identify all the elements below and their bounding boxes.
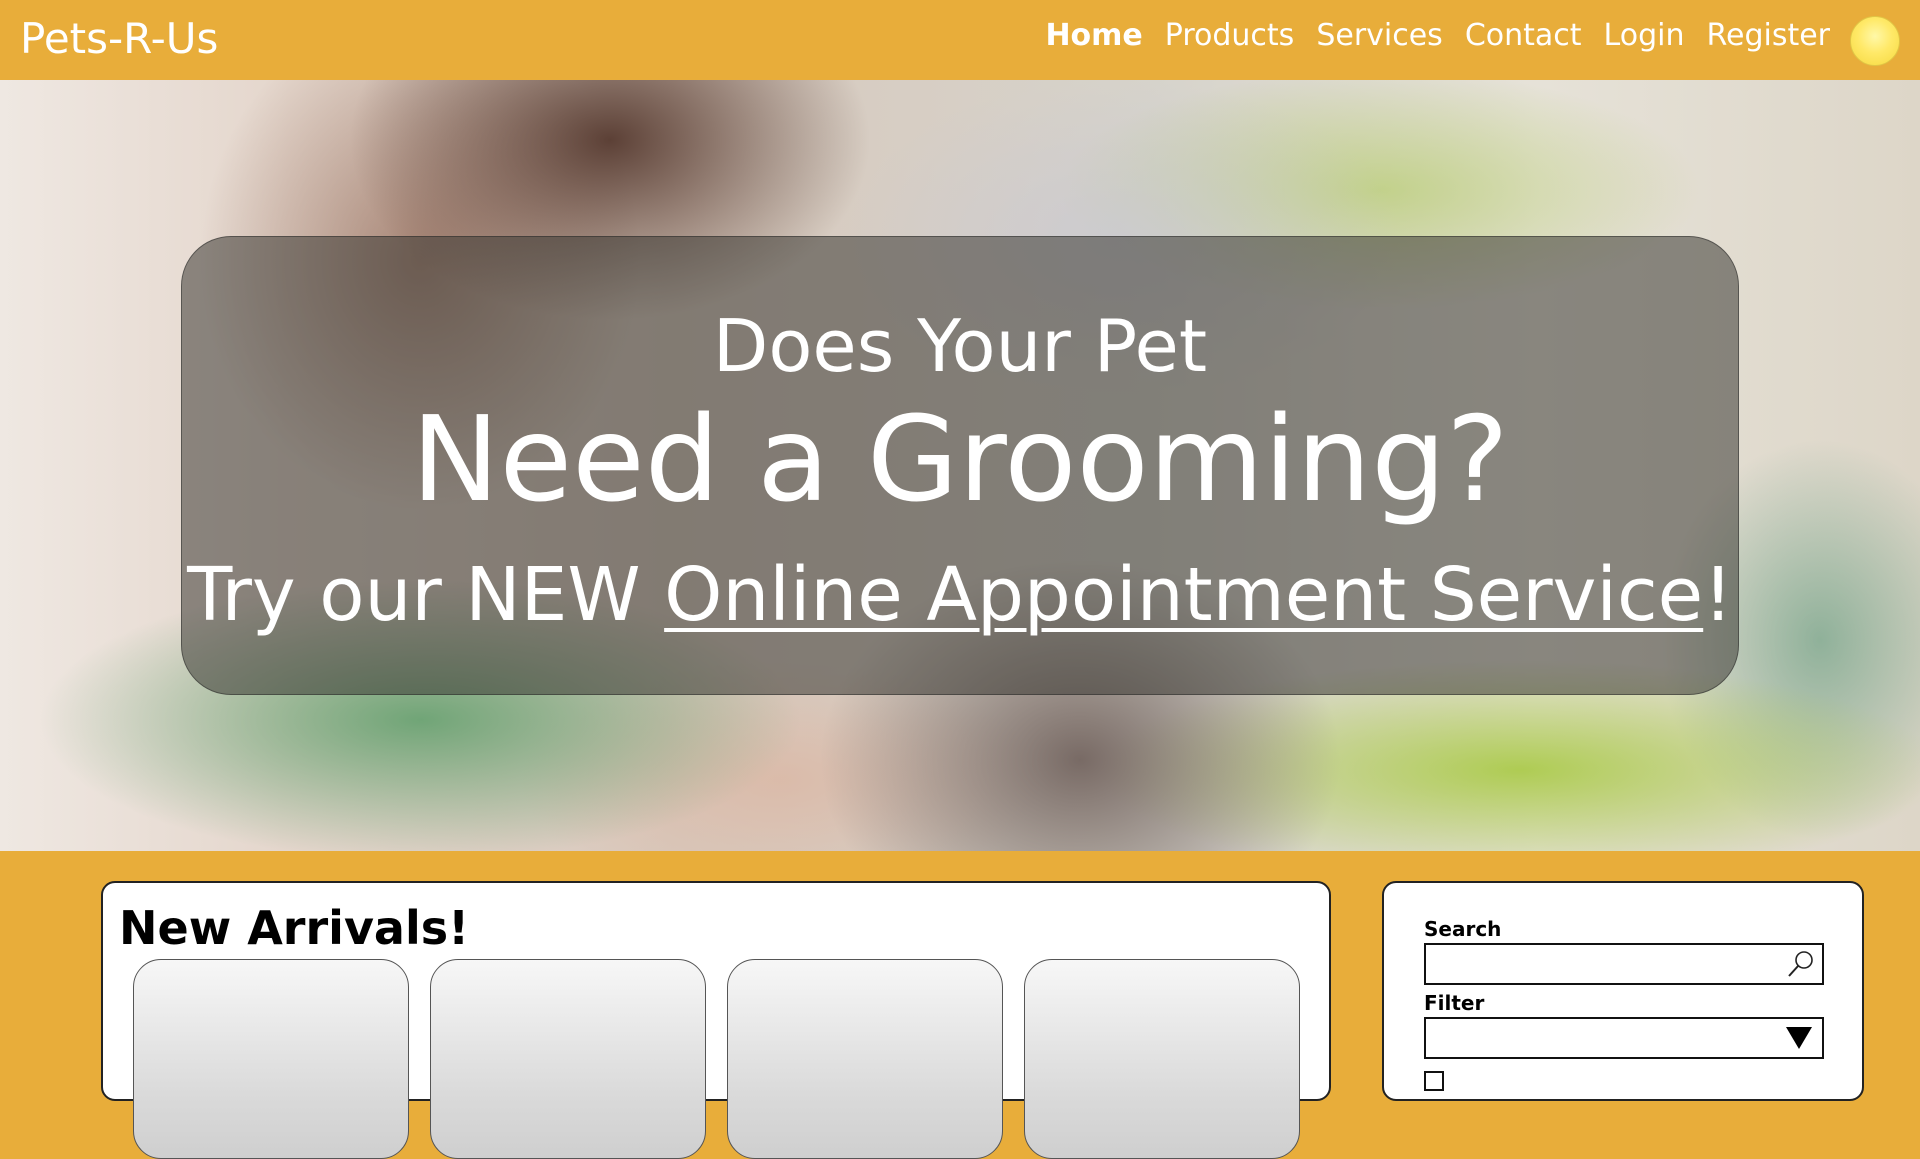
search-field[interactable] <box>1424 943 1824 985</box>
new-arrivals-panel: New Arrivals! <box>101 881 1331 1159</box>
main-nav: Home Products Services Contact Login Reg… <box>1045 18 1830 53</box>
product-card[interactable] <box>1024 959 1300 1159</box>
product-card[interactable] <box>727 959 1003 1159</box>
hero-cta-line: Try our NEW Online Appointment Service! <box>0 558 1920 632</box>
online-appointment-link[interactable]: Online Appointment Service <box>664 552 1703 638</box>
nav-products[interactable]: Products <box>1165 18 1295 53</box>
filter-label: Filter <box>1424 991 1485 1015</box>
hero-cta-suffix: ! <box>1703 552 1733 638</box>
product-card[interactable] <box>133 959 409 1159</box>
search-filter-panel: Search Filter <box>1382 881 1864 1101</box>
site-logo[interactable]: Pets-R-Us <box>20 14 218 63</box>
hero-cta-prefix: Try our NEW <box>187 552 665 638</box>
filter-select[interactable] <box>1424 1017 1824 1059</box>
nav-services[interactable]: Services <box>1316 18 1443 53</box>
magnifier-icon[interactable] <box>1786 949 1816 979</box>
new-arrivals-title: New Arrivals! <box>119 901 470 955</box>
nav-login[interactable]: Login <box>1604 18 1685 53</box>
user-avatar-icon[interactable] <box>1850 16 1900 66</box>
filter-checkbox[interactable] <box>1424 1071 1444 1091</box>
hero-heading-large: Need a Grooming? <box>411 390 1509 528</box>
top-navigation-bar: Pets-R-Us Home Products Services Contact… <box>0 0 1920 80</box>
dropdown-arrow-icon[interactable] <box>1786 1027 1812 1049</box>
search-label: Search <box>1424 917 1502 941</box>
nav-register[interactable]: Register <box>1706 18 1830 53</box>
nav-contact[interactable]: Contact <box>1465 18 1582 53</box>
hero-banner: Does Your Pet Need a Grooming? Try our N… <box>0 80 1920 851</box>
nav-home[interactable]: Home <box>1045 18 1142 53</box>
product-card[interactable] <box>430 959 706 1159</box>
search-input[interactable] <box>1426 945 1766 981</box>
hero-heading-small: Does Your Pet <box>712 304 1208 388</box>
